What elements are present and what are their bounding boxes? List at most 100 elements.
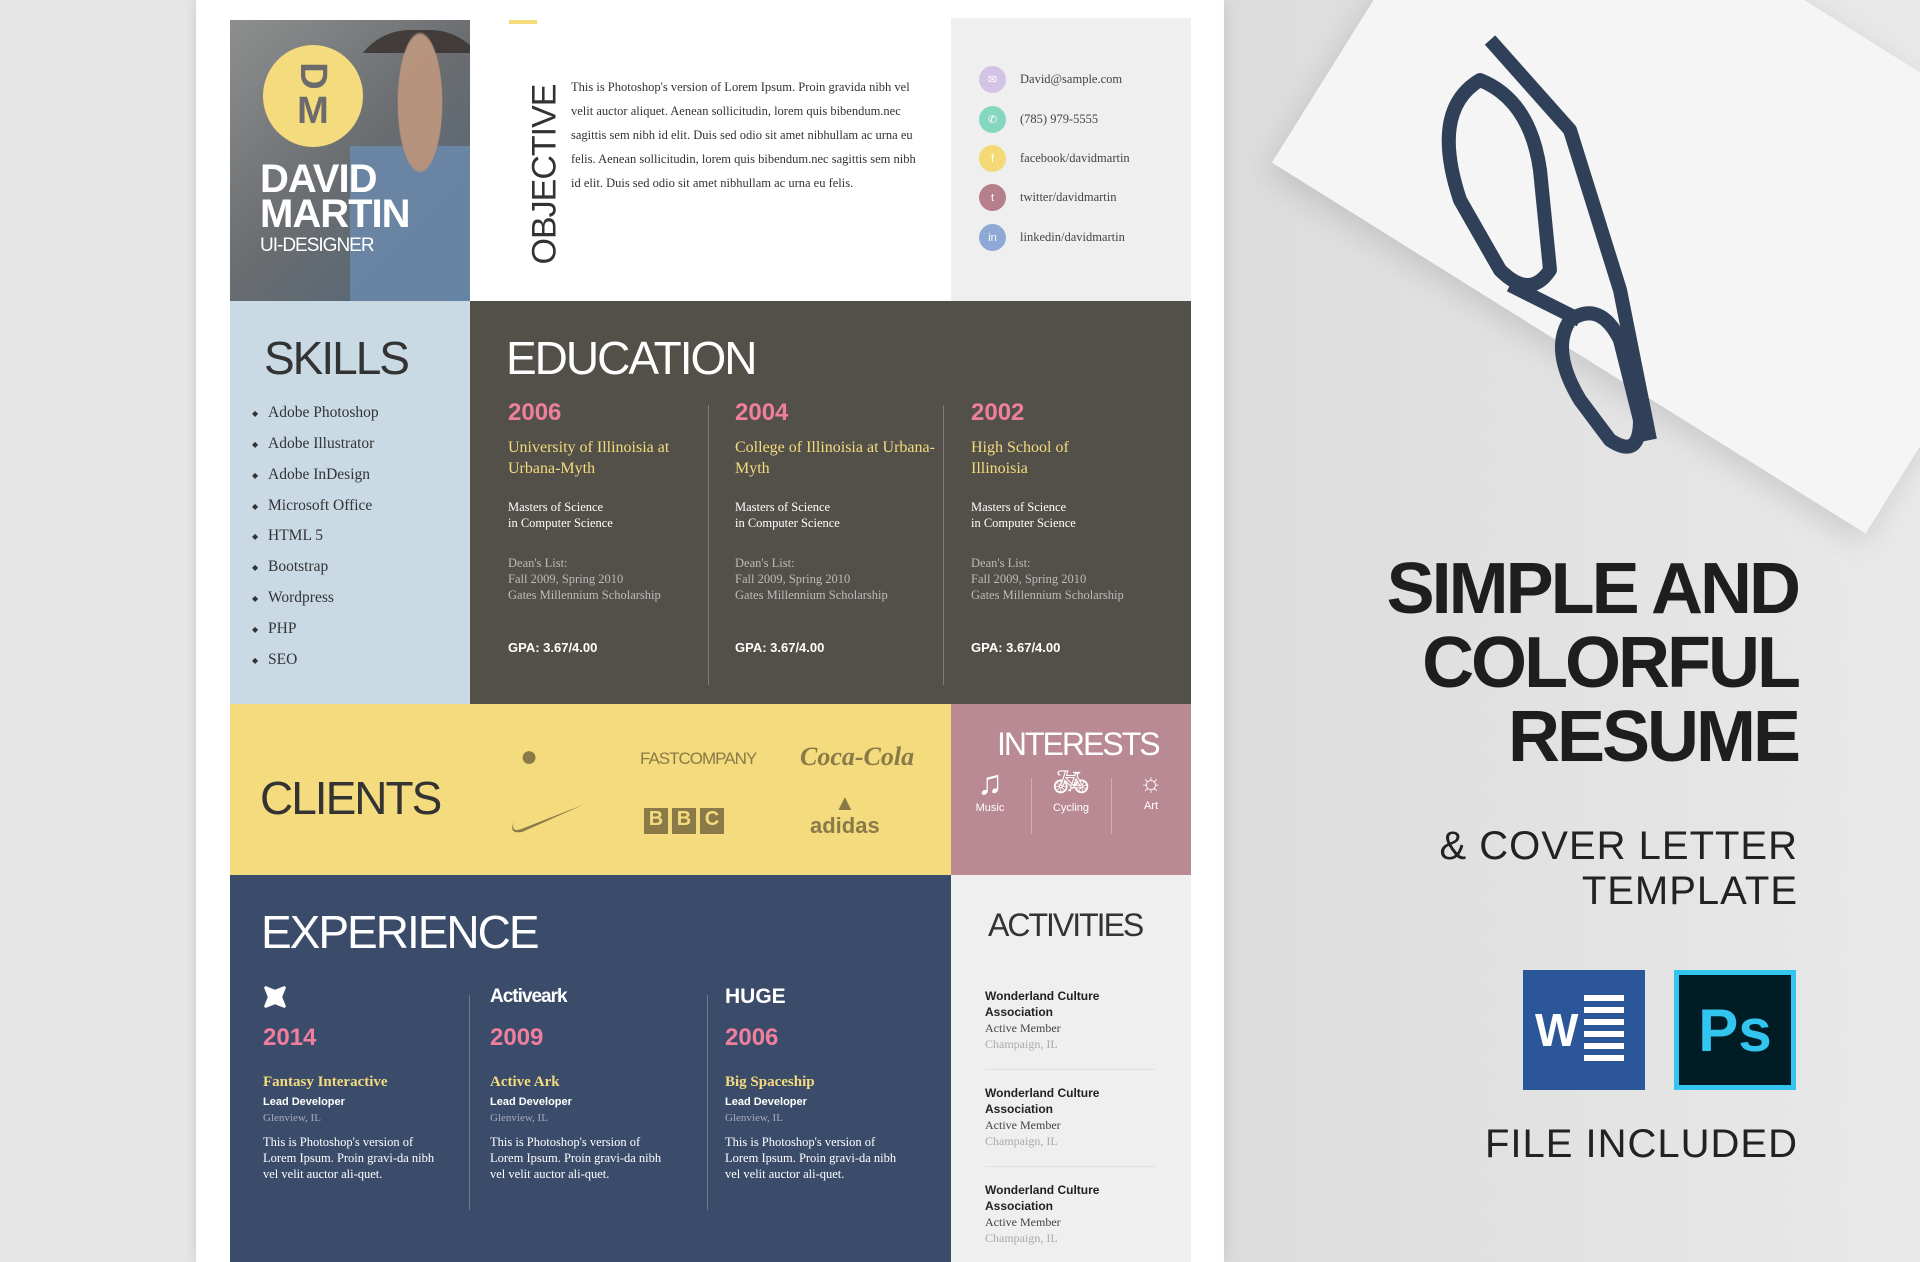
- skill-item: Wordpress: [252, 589, 334, 607]
- last-name: MARTIN: [260, 192, 411, 236]
- activity-location: Champaign, IL: [985, 1037, 1058, 1051]
- interest-label: Cycling: [1052, 802, 1090, 814]
- word-file-icon: W: [1523, 970, 1645, 1090]
- education-item: 2002 High School of Illinoisia Masters o…: [971, 399, 1171, 655]
- activity-name: Wonderland Culture Association: [985, 1086, 1100, 1116]
- adidas-stripes-icon: ▲: [833, 790, 856, 815]
- edu-school: High School of Illinoisia: [971, 439, 1069, 477]
- contact-text: linkedin/davidmartin: [1020, 230, 1125, 244]
- education-title: EDUCATION: [506, 332, 757, 384]
- column-divider: [943, 405, 944, 685]
- headline-line: RESUME: [1507, 697, 1801, 777]
- edu-honors: Fall 2009, Spring 2010: [508, 572, 624, 586]
- exp-location: Glenview, IL: [725, 1112, 783, 1124]
- contact-phone[interactable]: ✆ (785) 979-5555: [979, 106, 1098, 133]
- activity-name: Wonderland Culture Association: [985, 1183, 1100, 1213]
- exp-year: 2006: [725, 1024, 779, 1051]
- edu-honors: Dean's List:: [508, 556, 568, 570]
- edu-gpa: GPA: 3.67/4.00: [971, 640, 1061, 655]
- activity-name: Wonderland Culture Association: [985, 989, 1100, 1019]
- exp-company: Fantasy Interactive: [263, 1074, 388, 1090]
- edu-degree: in Computer Science: [735, 516, 840, 530]
- activity-role: Active Member: [985, 1021, 1061, 1035]
- edu-honors: Gates Millennium Scholarship: [971, 588, 1124, 602]
- edu-honors: Gates Millennium Scholarship: [508, 588, 661, 602]
- edu-honors: Gates Millennium Scholarship: [735, 588, 888, 602]
- objective-section: OBJECTIVE This is Photoshop's version of…: [470, 20, 951, 301]
- promo-headline: SIMPLE AND COLORFUL RESUME: [1387, 552, 1801, 777]
- activity-role: Active Member: [985, 1215, 1061, 1229]
- skills-title: SKILLS: [264, 332, 410, 384]
- exp-location: Glenview, IL: [263, 1112, 321, 1124]
- exp-description: This is Photoshop's version of Lorem Ips…: [490, 1135, 662, 1181]
- glasses-image: [1441, 35, 1657, 454]
- interest-label: Art: [1143, 800, 1159, 812]
- accent-bar: [509, 20, 537, 24]
- edu-honors: Dean's List:: [735, 556, 795, 570]
- education-section: EDUCATION 2006 University of Illinoisia …: [470, 301, 1191, 704]
- music-icon: ♫: [977, 764, 1003, 802]
- objective-text: This is Photoshop's version of Lorem Ips…: [571, 80, 916, 190]
- adidas-logo: ▲ adidas: [810, 792, 880, 838]
- photoshop-file-icon: Ps: [1674, 970, 1796, 1090]
- skill-item: Adobe InDesign: [252, 466, 370, 484]
- exp-role: Lead Developer: [490, 1096, 572, 1108]
- activity-location: Champaign, IL: [985, 1231, 1058, 1245]
- exp-year: 2009: [490, 1024, 544, 1051]
- interest-label: Music: [975, 802, 1005, 814]
- contact-section: ✉ David@sample.com ✆ (785) 979-5555 f faceb…: [951, 18, 1191, 301]
- activity-divider: [985, 1166, 1155, 1167]
- edu-honors: Fall 2009, Spring 2010: [735, 572, 851, 586]
- skill-item: Adobe Illustrator: [252, 435, 374, 453]
- email-icon: ✉: [979, 66, 1006, 93]
- edu-school: University of Illinoisia at Urbana-Myth: [508, 439, 670, 477]
- word-lines-icon: [1584, 995, 1625, 1065]
- experience-title: EXPERIENCE: [261, 906, 540, 958]
- linkedin-icon: in: [979, 224, 1006, 251]
- cocacola-logo: Coca-Cola: [800, 742, 915, 771]
- education-item: 2006 University of Illinoisia at Urbana-…: [508, 399, 708, 655]
- contact-text: facebook/davidmartin: [1020, 151, 1130, 165]
- clients-section: CLIENTS ● FASTCOMPANY Coca-Cola BBC ▲ ad…: [230, 704, 951, 875]
- headline-line: COLORFUL: [1422, 623, 1801, 703]
- job-title: UI-DESIGNER: [260, 235, 375, 256]
- contact-facebook[interactable]: f facebook/davidmartin: [979, 145, 1130, 172]
- edu-degree: Masters of Science: [508, 500, 604, 514]
- edu-year: 2002: [971, 399, 1025, 426]
- nike-logo: [512, 804, 585, 833]
- column-divider: [707, 995, 708, 1210]
- interests-title: INTERESTS: [997, 726, 1161, 762]
- contact-text: (785) 979-5555: [1020, 112, 1099, 126]
- activeark-logo: Activeark: [490, 986, 568, 1007]
- column-divider: [1031, 778, 1032, 834]
- edu-gpa: GPA: 3.67/4.00: [508, 640, 598, 655]
- column-divider: [469, 995, 470, 1210]
- skill-item: Adobe Photoshop: [252, 404, 379, 422]
- education-item: 2004 College of Illinoisia at Urbana-Myt…: [735, 399, 935, 655]
- subtitle-line: & COVER LETTER: [1439, 824, 1798, 868]
- activities-title: ACTIVITIES: [988, 907, 1144, 943]
- phone-icon: ✆: [979, 106, 1006, 133]
- edu-year: 2006: [508, 399, 562, 426]
- bbc-logo: BBC: [644, 808, 724, 834]
- experience-item: Activeark 2009 Active Ark Lead Developer…: [490, 985, 670, 1182]
- column-divider: [708, 405, 709, 685]
- objective-title: OBJECTIVE: [525, 84, 564, 265]
- interest-cycling: 🚲︎ Cycling: [1036, 764, 1106, 814]
- skills-section: SKILLS Adobe Photoshop Adobe Illustrator…: [230, 301, 470, 704]
- contact-linkedin[interactable]: in linkedin/davidmartin: [979, 224, 1125, 251]
- interest-art: ☼ Art: [1116, 764, 1186, 812]
- contact-twitter[interactable]: t twitter/davidmartin: [979, 184, 1117, 211]
- interest-music: ♫ Music: [955, 764, 1025, 814]
- contact-email[interactable]: ✉ David@sample.com: [979, 66, 1122, 93]
- experience-item: 2014 Fantasy Interactive Lead Developer …: [263, 985, 443, 1182]
- adidas-wordmark: adidas: [810, 813, 880, 838]
- experience-item: HUGE 2006 Big Spaceship Lead Developer G…: [725, 985, 905, 1182]
- ps-letters: Ps: [1698, 996, 1772, 1064]
- promo-subtitle: & COVER LETTER TEMPLATE: [1439, 824, 1798, 914]
- apple-logo: ●: [520, 740, 539, 773]
- exp-year: 2014: [263, 1024, 317, 1051]
- monogram-d: D: [292, 62, 334, 90]
- bicycle-icon: 🚲︎: [1051, 766, 1091, 799]
- activity-item: Wonderland Culture Association Active Me…: [985, 1182, 1165, 1246]
